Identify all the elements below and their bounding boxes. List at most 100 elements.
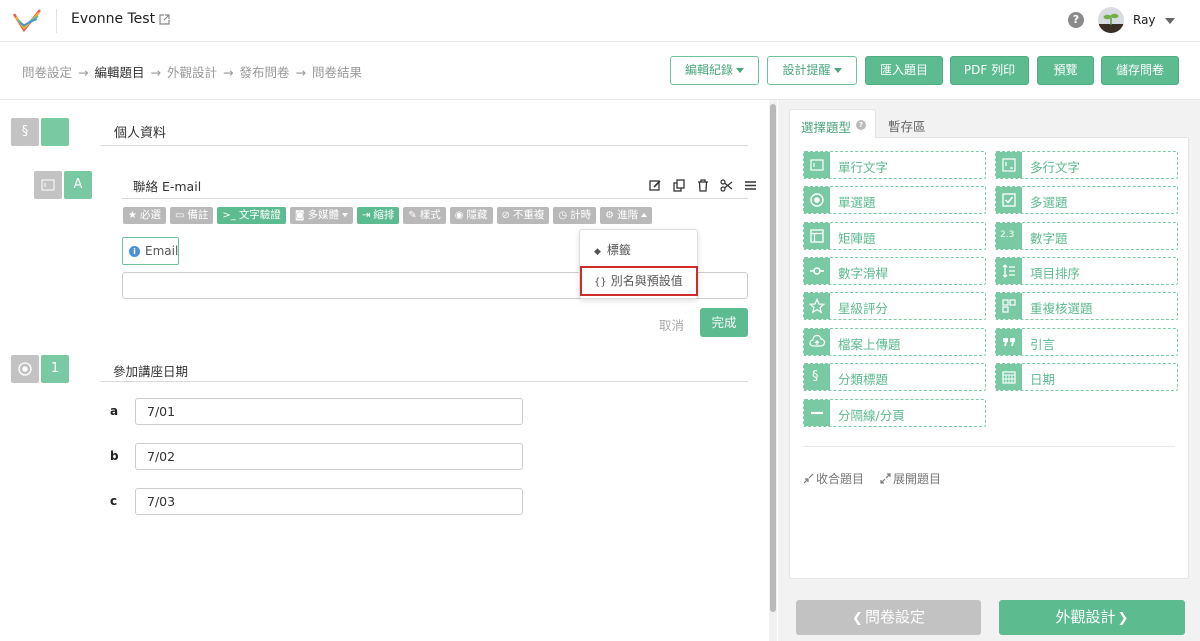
tool-timer-button[interactable]: ◷ 計時	[553, 207, 597, 224]
question-type-badge[interactable]	[34, 171, 62, 199]
question-tool-row: ★ 必選 ▭ 備註 >_ 文字驗證 ◙ 多媒體 ⇥ 縮排 ✎ 樣式 ◉ 隱藏 ⊘ 不重複 ◷ 計時 ⚙ 進階	[123, 207, 656, 225]
question-underline	[122, 198, 748, 199]
option-key-a: a	[110, 404, 119, 418]
question-title[interactable]: 聯絡 E-mail	[133, 176, 201, 195]
app-title: Evonne Test	[71, 11, 156, 27]
single-line-text-icon	[810, 159, 824, 171]
breadcrumb-arrow-icon: →	[223, 65, 234, 80]
tool-style-button[interactable]: ✎ 樣式	[403, 207, 446, 224]
expand-questions-button[interactable]: 展開題目	[880, 470, 941, 487]
qtype-item-sort[interactable]: 項目排序	[995, 257, 1178, 285]
option-input-c[interactable]: 7/03	[135, 488, 523, 515]
edit-log-button[interactable]: 編輯紀錄	[670, 56, 759, 85]
next-step-button[interactable]: 外觀設計 ❯	[999, 600, 1185, 635]
section-number-badge[interactable]	[41, 118, 69, 146]
qtype-repeat-check[interactable]: 重複核選題	[995, 292, 1178, 320]
tool-no-repeat-button[interactable]: ⊘ 不重複	[496, 207, 550, 224]
breadcrumb-arrow-icon: →	[150, 65, 161, 80]
design-tips-button[interactable]: 設計提醒	[767, 56, 857, 85]
panel-divider	[803, 446, 1175, 447]
qtype-multiple-choice[interactable]: 多選題	[995, 186, 1178, 214]
question-letter-badge[interactable]: A	[64, 171, 92, 199]
breadcrumb-step-design[interactable]: 外觀設計	[167, 65, 217, 80]
tool-text-validation-button[interactable]: >_ 文字驗證	[217, 207, 286, 224]
question-type-badge-radio[interactable]	[11, 355, 39, 383]
trash-icon[interactable]	[697, 179, 709, 192]
validation-email-tag[interactable]: i Email	[122, 237, 179, 265]
breadcrumb-step-edit[interactable]: 編輯題目	[95, 65, 145, 80]
highlight-box	[580, 266, 698, 296]
tool-hide-button[interactable]: ◉ 隱藏	[449, 207, 493, 224]
comment-icon: ▭	[174, 210, 185, 221]
tool-media-button[interactable]: ◙ 多媒體	[289, 207, 354, 224]
tool-required-button[interactable]: ★ 必選	[123, 207, 166, 224]
top-bar: Evonne Test ? Ray	[0, 0, 1200, 42]
qtype-single-choice[interactable]: 單選題	[803, 186, 986, 214]
breadcrumb-arrow-icon: →	[78, 65, 89, 80]
tab-question-types[interactable]: 選擇題型 ?	[789, 109, 876, 138]
section-icon: §	[812, 369, 819, 384]
edit-icon[interactable]	[649, 179, 662, 192]
qtype-single-line-text[interactable]: 單行文字	[803, 151, 986, 179]
option-input-a[interactable]: 7/01	[135, 398, 523, 425]
sort-icon	[1002, 264, 1015, 278]
tool-indent-button[interactable]: ⇥ 縮排	[357, 207, 400, 224]
tab-staging-area[interactable]: 暫存區	[888, 116, 926, 135]
dropdown-caret-icon	[342, 213, 349, 217]
menu-item-tag[interactable]: ◆ 標籤	[594, 241, 631, 258]
qtype-star-rating[interactable]: 星級評分	[803, 292, 986, 320]
header-divider	[56, 9, 57, 33]
breadcrumb-step-results[interactable]: 問卷結果	[312, 65, 362, 80]
menu-icon[interactable]	[744, 179, 757, 192]
info-icon: i	[129, 246, 140, 257]
chevron-right-icon: ❯	[1117, 611, 1129, 626]
breadcrumb-step-publish[interactable]: 發布問卷	[240, 65, 290, 80]
radio-icon	[18, 362, 32, 376]
dropdown-caret-icon	[833, 68, 842, 73]
breadcrumb-step-settings[interactable]: 問卷設定	[22, 65, 72, 80]
option-key-b: b	[110, 449, 119, 463]
qtype-number[interactable]: 2.3 數字題	[995, 222, 1178, 250]
copy-icon[interactable]	[673, 179, 686, 192]
cancel-button[interactable]: 取消	[659, 315, 684, 334]
qtype-divider-page[interactable]: 分隔線/分頁	[803, 399, 986, 427]
qtype-file-upload[interactable]: 檔案上傳題	[803, 328, 986, 356]
user-name[interactable]: Ray	[1133, 13, 1156, 27]
import-questions-button[interactable]: 匯入題目	[865, 56, 943, 85]
qtype-multi-line-text[interactable]: 多行文字	[995, 151, 1178, 179]
editor-scrollbar-thumb[interactable]	[770, 104, 776, 612]
qtype-number-slider[interactable]: 數字滑桿	[803, 257, 986, 285]
done-button[interactable]: 完成	[700, 308, 748, 337]
collapse-questions-button[interactable]: 收合題目	[803, 470, 864, 487]
preview-button[interactable]: 預覽	[1037, 56, 1094, 85]
section-type-badge[interactable]: §	[11, 118, 39, 146]
terminal-icon: >_	[222, 210, 236, 221]
question-underline-date	[101, 381, 748, 382]
qtype-quote[interactable]: 引言	[995, 328, 1178, 356]
prev-step-button[interactable]: ❮ 問卷設定	[796, 600, 981, 635]
pdf-print-button[interactable]: PDF 列印	[950, 56, 1029, 85]
avatar[interactable]	[1098, 7, 1124, 33]
external-link-icon[interactable]	[159, 14, 170, 25]
chevron-left-icon: ❮	[852, 611, 863, 626]
cut-icon[interactable]	[720, 179, 733, 192]
radio-icon	[810, 193, 824, 207]
question-title-date[interactable]: 參加講座日期	[113, 361, 188, 380]
qtype-date[interactable]: 日期	[995, 363, 1178, 391]
option-input-b[interactable]: 7/02	[135, 443, 523, 470]
indent-icon: ⇥	[362, 210, 371, 221]
question-number-badge[interactable]: 1	[41, 355, 69, 383]
user-menu-caret-icon[interactable]	[1165, 18, 1175, 24]
app-logo[interactable]	[12, 8, 42, 34]
tool-advanced-button[interactable]: ⚙ 進階	[600, 207, 653, 224]
tool-note-button[interactable]: ▭ 備註	[169, 207, 214, 224]
avatar-sprout-icon	[1098, 13, 1124, 33]
help-icon[interactable]: ?	[1068, 12, 1084, 28]
section-title[interactable]: 個人資料	[114, 122, 166, 141]
number-icon: 2.3	[1000, 230, 1015, 240]
qtype-matrix[interactable]: 矩陣題	[803, 222, 986, 250]
tag-icon: ◆	[594, 247, 601, 257]
repeat-check-icon	[1002, 299, 1016, 313]
save-survey-button[interactable]: 儲存問卷	[1101, 56, 1179, 85]
qtype-section-title[interactable]: § 分類標題	[803, 363, 986, 391]
